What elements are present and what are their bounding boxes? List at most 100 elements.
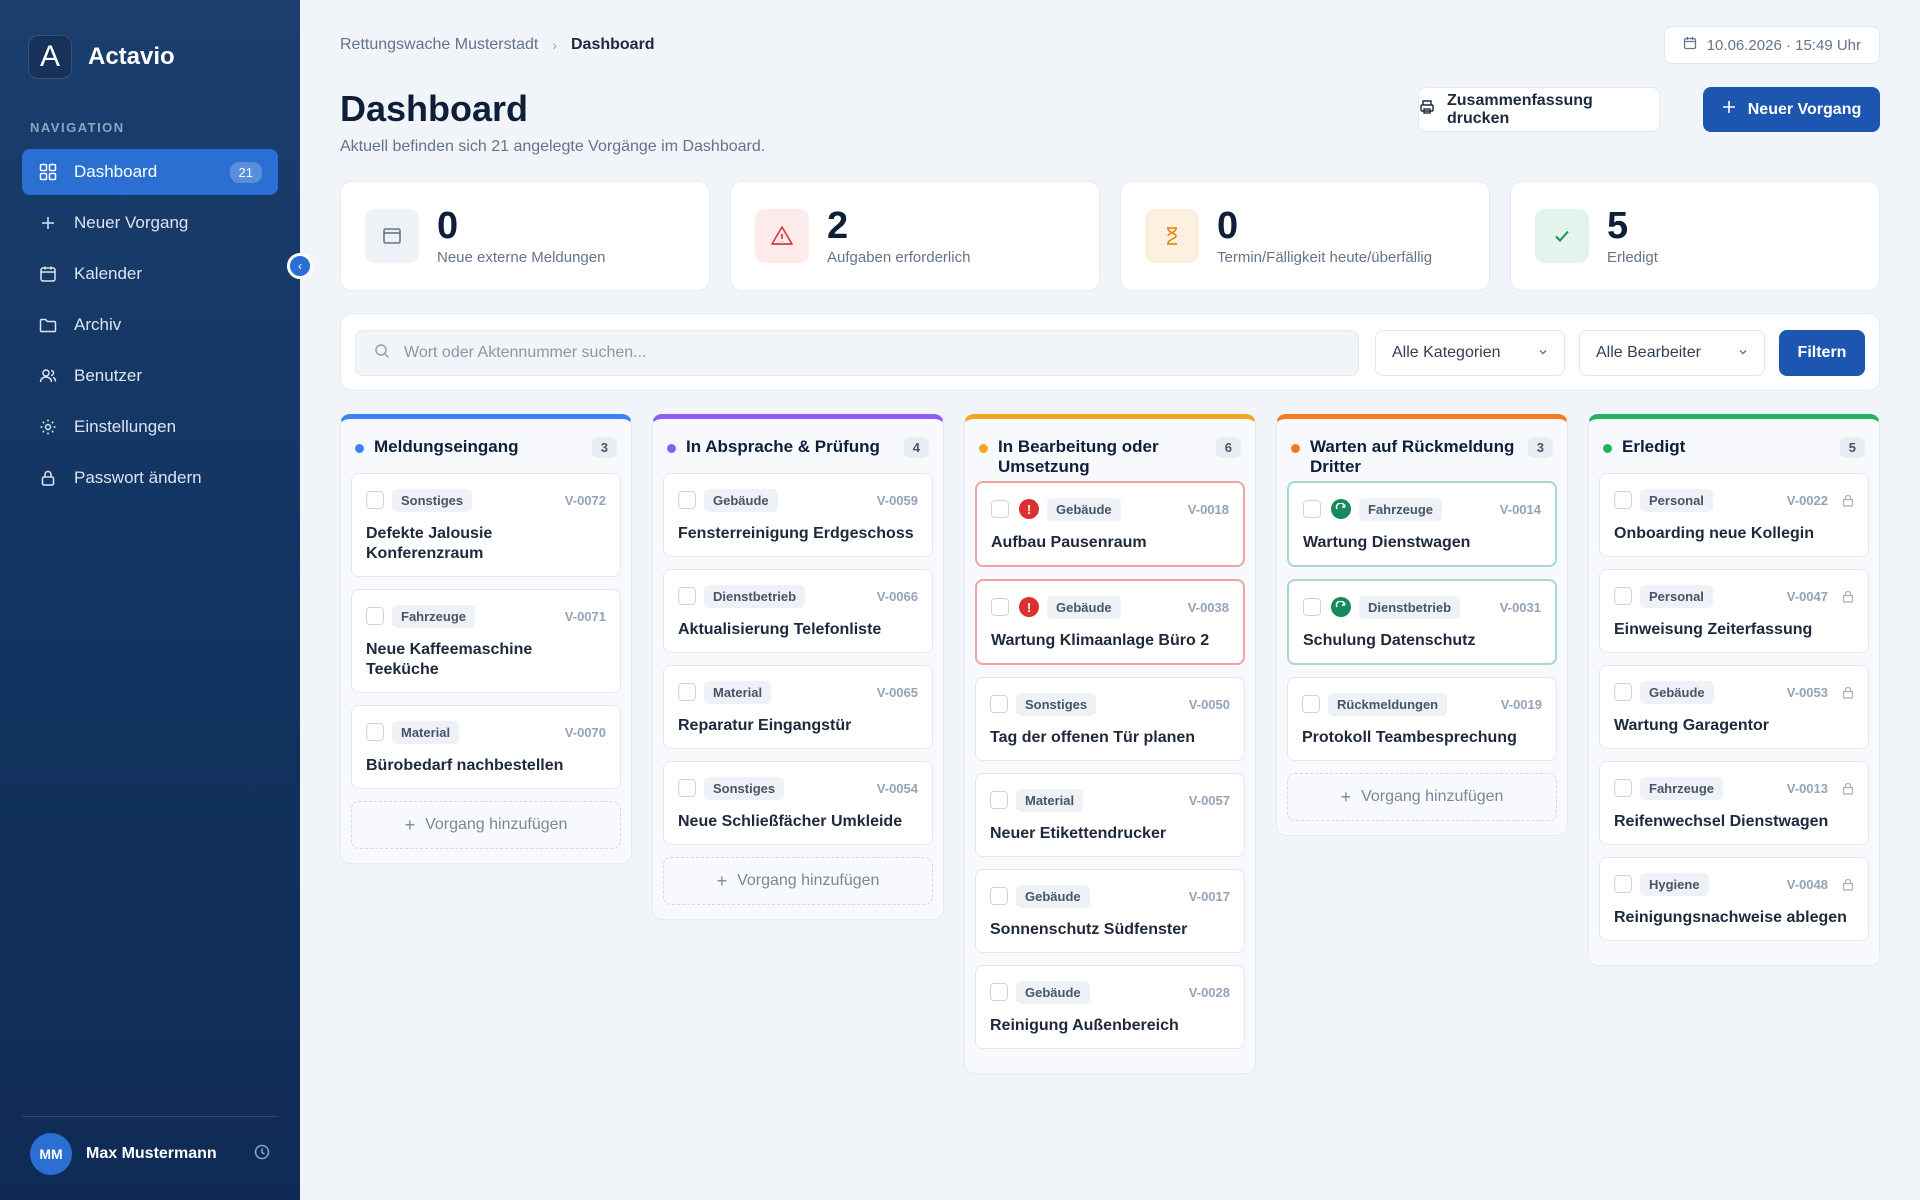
task-card[interactable]: Material V-0057 Neuer Etikettendrucker <box>975 773 1245 857</box>
select-checkbox[interactable] <box>1303 598 1321 616</box>
new-case-button[interactable]: Neuer Vorgang <box>1703 87 1880 132</box>
task-card[interactable]: Fahrzeuge V-0071 Neue Kaffeemaschine Teekü… <box>351 589 621 693</box>
column-count: 3 <box>1527 437 1553 458</box>
task-card[interactable]: Sonstiges V-0050 Tag der offenen Tür plane… <box>975 677 1245 761</box>
search-box[interactable] <box>355 330 1359 376</box>
task-card[interactable]: Fahrzeuge V-0014 Wartung Dienstwagen <box>1287 481 1557 567</box>
select-checkbox[interactable] <box>678 491 696 509</box>
select-checkbox[interactable] <box>1614 779 1632 797</box>
select-checkbox[interactable] <box>990 983 1008 1001</box>
task-card[interactable]: Gebäude V-0017 Sonnenschutz Südfenster <box>975 869 1245 953</box>
logout-icon[interactable] <box>254 1144 270 1165</box>
kanban-column: Erledigt 5 Personal V-0022 Onboarding neue K… <box>1588 414 1880 966</box>
search-input[interactable] <box>404 344 1304 362</box>
select-checkbox[interactable] <box>1614 683 1632 701</box>
select-checkbox[interactable] <box>991 598 1009 616</box>
task-card[interactable]: Material V-0065 Reparatur Eingangstür <box>663 665 933 749</box>
task-card[interactable]: Sonstiges V-0072 Defekte Jalousie Konferen… <box>351 473 621 577</box>
select-checkbox[interactable] <box>1614 587 1632 605</box>
select-checkbox[interactable] <box>1303 500 1321 518</box>
sidebar-item-einstellungen[interactable]: Einstellungen <box>22 404 278 450</box>
filter-button[interactable]: Filtern <box>1779 330 1865 376</box>
add-case-button[interactable]: + Vorgang hinzufügen <box>1287 773 1557 821</box>
breadcrumb-item-current: Dashboard <box>571 36 655 53</box>
select-checkbox[interactable] <box>678 587 696 605</box>
card-list: Personal V-0022 Onboarding neue Kollegin Pe… <box>1599 473 1869 941</box>
select-checkbox[interactable] <box>990 887 1008 905</box>
add-case-label: Vorgang hinzufügen <box>425 816 568 833</box>
task-card[interactable]: Dienstbetrieb V-0031 Schulung Datenschutz <box>1287 579 1557 665</box>
select-checkbox[interactable] <box>678 779 696 797</box>
task-card[interactable]: Sonstiges V-0054 Neue Schließfächer Umklei… <box>663 761 933 845</box>
task-card[interactable]: Hygiene V-0048 Reinigungsnachweise ablegen <box>1599 857 1869 941</box>
stat-card[interactable]: 2 Aufgaben erforderlich <box>730 181 1100 291</box>
task-card[interactable]: Gebäude V-0028 Reinigung Außenbereich <box>975 965 1245 1049</box>
stat-card[interactable]: 0 Neue externe Meldungen <box>340 181 710 291</box>
select-checkbox[interactable] <box>366 723 384 741</box>
task-card[interactable]: Gebäude V-0059 Fensterreinigung Erdgeschos… <box>663 473 933 557</box>
task-card[interactable]: Rückmeldungen V-0019 Protokoll Teambesprec… <box>1287 677 1557 761</box>
lock-icon <box>1842 782 1854 795</box>
select-checkbox[interactable] <box>1614 875 1632 893</box>
lock-icon <box>1842 878 1854 891</box>
brand[interactable]: A Actavio <box>28 35 175 79</box>
card-title: Wartung Klimaanlage Büro 2 <box>991 632 1210 649</box>
select-checkbox[interactable] <box>366 491 384 509</box>
sidebar-item-archiv[interactable]: Archiv <box>22 302 278 348</box>
category-tag: Personal <box>1640 488 1713 512</box>
card-meta: Fahrzeuge V-0014 <box>1303 497 1541 521</box>
assignee-select-value: Alle Bearbeiter <box>1596 344 1701 361</box>
stat-value: 5 <box>1607 205 1629 247</box>
category-tag: Gebäude <box>1047 595 1121 619</box>
card-title: Bürobedarf nachbestellen <box>366 757 564 774</box>
task-card[interactable]: Personal V-0047 Einweisung Zeiterfassung <box>1599 569 1869 653</box>
breadcrumb-item-station[interactable]: Rettungswache Musterstadt <box>340 36 538 54</box>
stat-card[interactable]: 5 Erledigt <box>1510 181 1880 291</box>
select-checkbox[interactable] <box>990 695 1008 713</box>
select-checkbox[interactable] <box>991 500 1009 518</box>
select-checkbox[interactable] <box>1302 695 1320 713</box>
kanban-column: In Absprache & Prüfung 4 Gebäude V-0059 Fens… <box>652 414 944 920</box>
category-select[interactable]: Alle Kategorien <box>1375 330 1565 376</box>
task-card[interactable]: Personal V-0022 Onboarding neue Kollegin <box>1599 473 1869 557</box>
case-id: V-0014 <box>1499 501 1541 517</box>
chevron-right-icon: › <box>552 37 557 53</box>
select-checkbox[interactable] <box>678 683 696 701</box>
collapse-sidebar-button[interactable]: ‹ <box>287 253 313 279</box>
task-card[interactable]: ! Gebäude V-0038 Wartung Klimaanlage Büro 2 <box>975 579 1245 665</box>
task-card[interactable]: Gebäude V-0053 Wartung Garagentor <box>1599 665 1869 749</box>
card-title: Wartung Dienstwagen <box>1303 534 1471 551</box>
sidebar-item-passwort-ändern[interactable]: Passwort ändern <box>22 455 278 501</box>
filter-bar: Alle Kategorien Alle Bearbeiter Filtern <box>340 313 1880 391</box>
datetime-badge: 10.06.2026 · 15:49 Uhr <box>1663 26 1880 64</box>
category-tag: Gebäude <box>704 488 778 512</box>
case-id: V-0071 <box>564 608 606 624</box>
sidebar-item-kalender[interactable]: Kalender <box>22 251 278 297</box>
datetime-text: 10.06.2026 · 15:49 Uhr <box>1706 36 1861 54</box>
print-summary-button[interactable]: Zusammenfassung drucken <box>1418 87 1660 132</box>
task-card[interactable]: Fahrzeuge V-0013 Reifenwechsel Dienstwagen <box>1599 761 1869 845</box>
card-title: Wartung Garagentor <box>1614 717 1769 734</box>
alert-icon: ! <box>1019 499 1039 519</box>
add-case-button[interactable]: + Vorgang hinzufügen <box>663 857 933 905</box>
category-tag: Fahrzeuge <box>1359 497 1443 521</box>
sidebar-item-dashboard[interactable]: Dashboard 21 <box>22 149 278 195</box>
select-checkbox[interactable] <box>990 791 1008 809</box>
sidebar-item-neuer-vorgang[interactable]: Neuer Vorgang <box>22 200 278 246</box>
task-card[interactable]: ! Gebäude V-0018 Aufbau Pausenraum <box>975 481 1245 567</box>
task-card[interactable]: Material V-0070 Bürobedarf nachbestellen <box>351 705 621 789</box>
stat-label: Neue externe Meldungen <box>437 249 606 266</box>
sidebar-item-benutzer[interactable]: Benutzer <box>22 353 278 399</box>
category-tag: Gebäude <box>1047 497 1121 521</box>
user-profile[interactable]: MM Max Mustermann <box>30 1133 270 1175</box>
add-case-button[interactable]: + Vorgang hinzufügen <box>351 801 621 849</box>
task-card[interactable]: Dienstbetrieb V-0066 Aktualisierung Telefo… <box>663 569 933 653</box>
assignee-select[interactable]: Alle Bearbeiter <box>1579 330 1765 376</box>
card-title: Aufbau Pausenraum <box>991 534 1147 551</box>
select-checkbox[interactable] <box>366 607 384 625</box>
stat-card[interactable]: 0 Termin/Fälligkeit heute/überfällig <box>1120 181 1490 291</box>
card-meta: Fahrzeuge V-0071 <box>366 604 606 628</box>
category-tag: Sonstiges <box>704 776 785 800</box>
select-checkbox[interactable] <box>1614 491 1632 509</box>
case-id: V-0047 <box>1786 588 1828 604</box>
